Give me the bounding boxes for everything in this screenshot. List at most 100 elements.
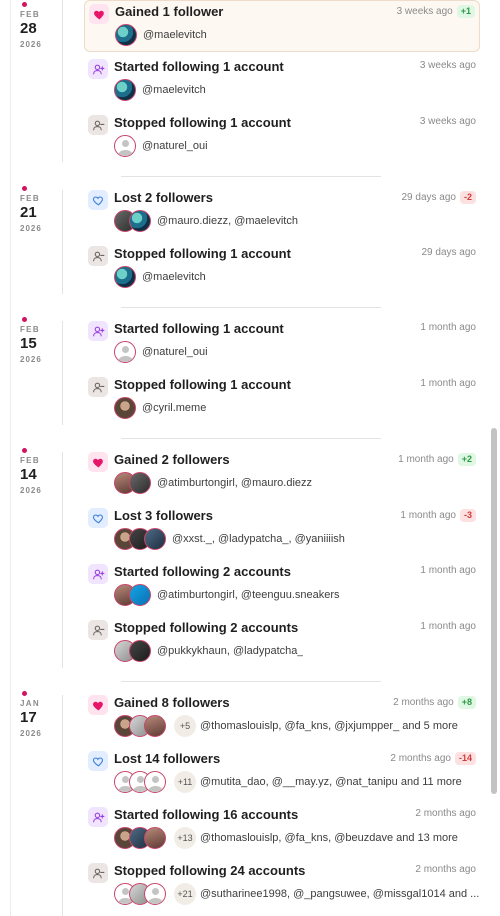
avatar[interactable] — [144, 827, 166, 849]
date-month: FEB — [20, 456, 40, 465]
users-text[interactable]: @cyril.meme — [142, 402, 206, 414]
event-time: 2 months ago — [415, 808, 476, 819]
event-time: 3 weeks ago — [420, 60, 476, 71]
event-stopped-following[interactable]: Stopped following 24 accounts 2 months a… — [84, 860, 480, 912]
group-divider — [121, 307, 381, 308]
heart-outline-icon — [88, 508, 108, 528]
avatar[interactable] — [114, 135, 136, 157]
event-started-following[interactable]: Started following 1 account 1 month ago … — [84, 318, 480, 370]
event-time: 2 months ago -14 — [390, 752, 476, 765]
date-dot — [22, 448, 27, 453]
avatar[interactable] — [129, 584, 151, 606]
avatar[interactable] — [144, 883, 166, 905]
event-started-following[interactable]: Started following 1 account 3 weeks ago … — [84, 56, 480, 108]
users-text[interactable]: @mauro.diezz, @maelevitch — [157, 215, 298, 227]
time-ago: 3 weeks ago — [419, 116, 476, 127]
scrollbar-thumb[interactable] — [491, 428, 497, 794]
count-badge: +1 — [456, 5, 475, 18]
date-day: 15 — [20, 335, 37, 352]
time-ago: 3 weeks ago — [396, 6, 453, 17]
users-text[interactable]: @maelevitch — [143, 29, 207, 41]
users-text[interactable]: @naturel_oui — [142, 140, 208, 152]
avatar[interactable] — [115, 24, 137, 46]
avatar[interactable] — [129, 472, 151, 494]
more-count[interactable]: +13 — [174, 827, 196, 849]
users-text[interactable]: @xxst._, @ladypatcha_, @yaniiiish — [172, 533, 345, 545]
event-gained-follower[interactable]: Gained 1 follower 3 weeks ago +1 @maelev… — [84, 0, 480, 52]
avatar-stack — [114, 135, 136, 157]
event-title: Lost 2 followers — [114, 190, 213, 205]
avatar[interactable] — [114, 397, 136, 419]
time-ago: 1 month ago — [420, 621, 476, 632]
date-month: FEB — [20, 10, 40, 19]
avatar-stack — [114, 584, 151, 606]
avatar-stack — [114, 715, 166, 737]
event-stopped-following[interactable]: Stopped following 1 account 1 month ago … — [84, 374, 480, 426]
event-title: Stopped following 24 accounts — [114, 863, 306, 878]
users-text[interactable]: @maelevitch — [142, 271, 206, 283]
event-users: +21 @sutharinee1998, @_pangsuwee, @missg… — [114, 882, 479, 906]
avatar[interactable] — [129, 210, 151, 232]
avatar[interactable] — [114, 341, 136, 363]
avatar[interactable] — [129, 640, 151, 662]
users-text[interactable]: @atimburtongirl, @teenguu.sneakers — [157, 589, 340, 601]
date-dot — [22, 2, 27, 7]
event-started-following[interactable]: Started following 16 accounts 2 months a… — [84, 804, 480, 856]
user-minus-icon — [88, 863, 108, 883]
users-text[interactable]: @naturel_oui — [142, 346, 208, 358]
date-day: 28 — [20, 20, 37, 37]
avatar-stack — [114, 79, 136, 101]
time-ago: 2 months ago — [390, 753, 451, 764]
heart-outline-icon — [88, 190, 108, 210]
heart-icon — [88, 452, 108, 472]
event-gained-followers[interactable]: Gained 8 followers 2 months ago +8 +5 @t… — [84, 692, 480, 744]
event-users: @atimburtongirl, @teenguu.sneakers — [114, 583, 340, 607]
avatar-stack — [115, 24, 137, 46]
users-text[interactable]: @pukkykhaun, @ladypatcha_ — [157, 645, 303, 657]
event-gained-followers[interactable]: Gained 2 followers 1 month ago +2 @atimb… — [84, 449, 480, 501]
date-month: FEB — [20, 325, 40, 334]
user-minus-icon — [88, 246, 108, 266]
avatar[interactable] — [144, 528, 166, 550]
event-started-following[interactable]: Started following 2 accounts 1 month ago… — [84, 561, 480, 613]
avatar[interactable] — [144, 715, 166, 737]
user-plus-icon — [88, 564, 108, 584]
event-lost-followers[interactable]: Lost 14 followers 2 months ago -14 +11 @… — [84, 748, 480, 800]
count-badge: -2 — [459, 191, 476, 204]
date-header: FEB 15 2026 — [20, 317, 60, 366]
users-text[interactable]: @mutita_dao, @__may.yz, @nat_tanipu and … — [200, 776, 462, 788]
more-count[interactable]: +21 — [174, 883, 196, 905]
avatar[interactable] — [114, 266, 136, 288]
event-lost-followers[interactable]: Lost 2 followers 29 days ago -2 @mauro.d… — [84, 187, 480, 239]
event-title: Stopped following 1 account — [114, 115, 291, 130]
date-day: 14 — [20, 466, 37, 483]
avatar-stack — [114, 341, 136, 363]
avatar[interactable] — [144, 771, 166, 793]
more-count[interactable]: +5 — [174, 715, 196, 737]
users-text[interactable]: @thomaslouislp, @fa_kns, @beuzdave and 1… — [200, 832, 458, 844]
event-stopped-following[interactable]: Stopped following 1 account 3 weeks ago … — [84, 112, 480, 164]
users-text[interactable]: @atimburtongirl, @mauro.diezz — [157, 477, 312, 489]
users-text[interactable]: @sutharinee1998, @_pangsuwee, @missgal10… — [200, 888, 479, 900]
avatar[interactable] — [114, 79, 136, 101]
group-divider — [121, 176, 381, 177]
users-text[interactable]: @maelevitch — [142, 84, 206, 96]
count-badge: -3 — [459, 509, 476, 522]
event-title: Stopped following 1 account — [114, 377, 291, 392]
user-plus-icon — [88, 321, 108, 341]
event-time: 1 month ago — [420, 621, 476, 632]
event-users: @xxst._, @ladypatcha_, @yaniiiish — [114, 527, 345, 551]
time-ago: 29 days ago — [401, 192, 456, 203]
event-title: Stopped following 1 account — [114, 246, 291, 261]
users-text[interactable]: @thomaslouislp, @fa_kns, @jxjumpper_ and… — [200, 720, 458, 732]
event-stopped-following[interactable]: Stopped following 1 account 29 days ago … — [84, 243, 480, 295]
group-line — [62, 695, 63, 916]
group-line — [62, 0, 63, 162]
event-time: 3 weeks ago +1 — [397, 5, 475, 18]
event-lost-followers[interactable]: Lost 3 followers 1 month ago -3 @xxst._,… — [84, 505, 480, 557]
more-count[interactable]: +11 — [174, 771, 196, 793]
event-time: 1 month ago -3 — [400, 509, 476, 522]
event-stopped-following[interactable]: Stopped following 2 accounts 1 month ago… — [84, 617, 480, 669]
event-users: @maelevitch — [114, 265, 206, 289]
event-time: 3 weeks ago — [420, 116, 476, 127]
